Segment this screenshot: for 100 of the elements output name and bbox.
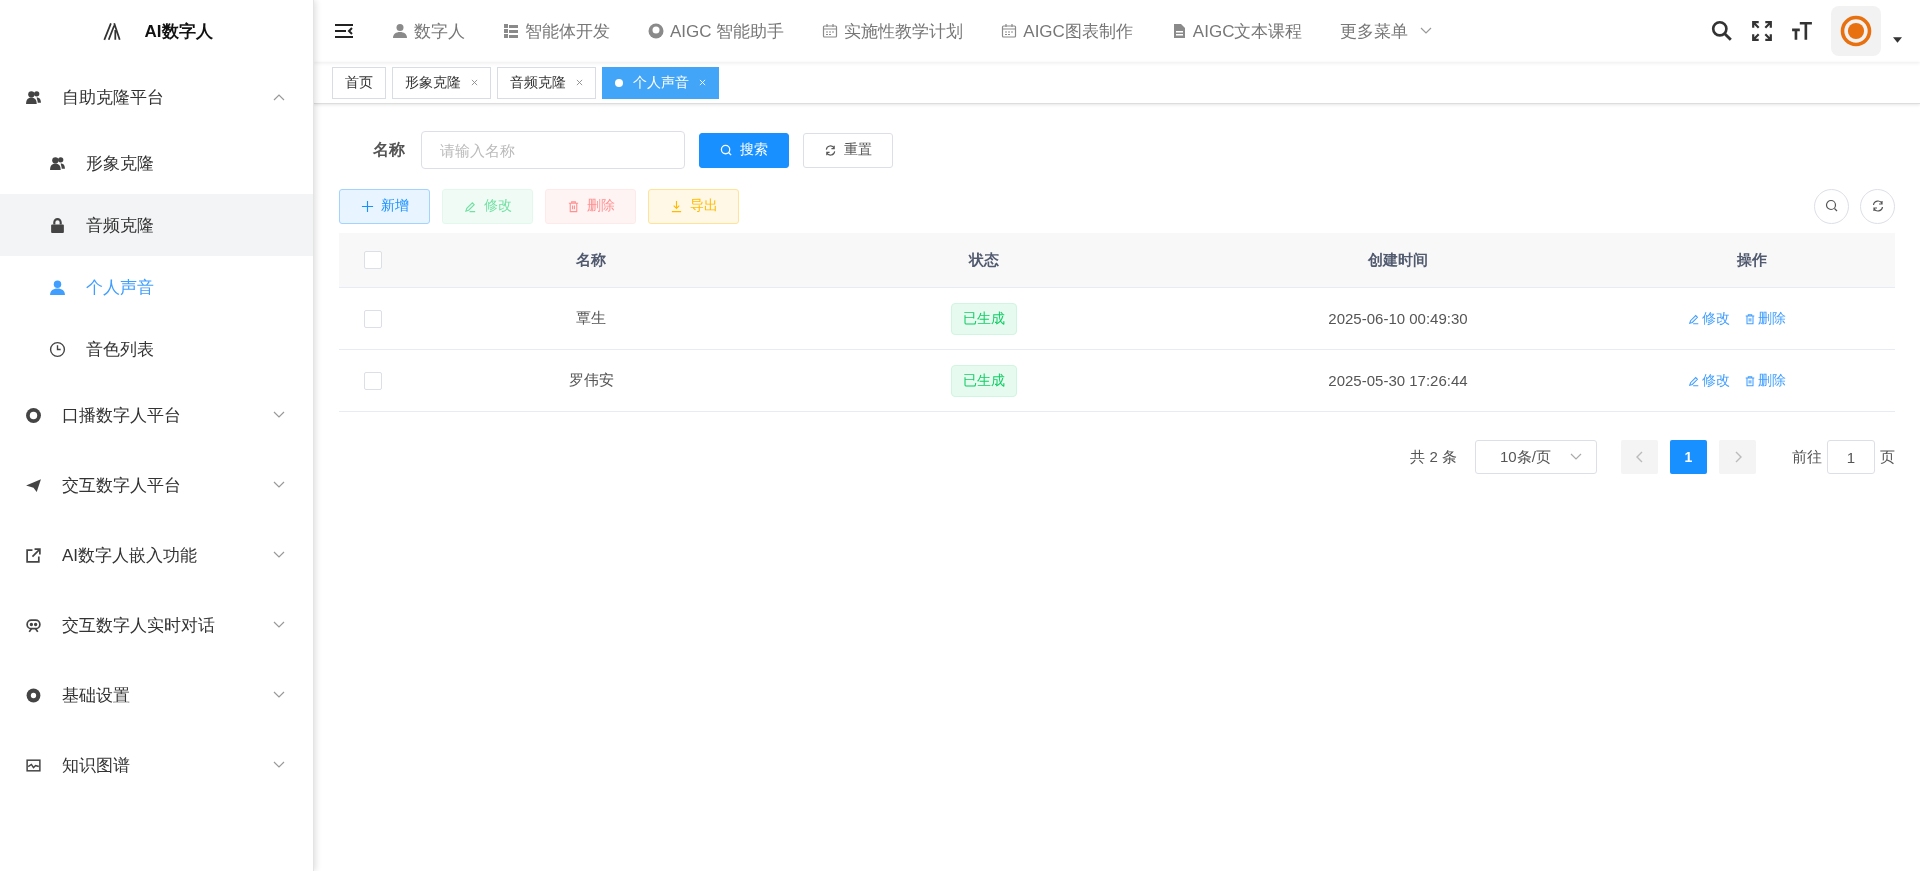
column-header: 状态 xyxy=(967,250,1000,270)
page-tab[interactable]: 音频克隆 xyxy=(497,66,596,99)
pencil-icon xyxy=(1688,312,1700,325)
total-count: 共 2 条 xyxy=(1410,447,1457,467)
nav-link[interactable]: 数字人 xyxy=(392,19,465,43)
table-cell: 2025-05-30 17:26:44 xyxy=(1328,372,1468,389)
caret-down-icon[interactable] xyxy=(1893,37,1902,43)
sidebar-item[interactable]: 音色列表 xyxy=(0,318,313,380)
refresh-icon xyxy=(1870,199,1885,213)
search-button[interactable]: 搜索 xyxy=(699,132,789,168)
font-size-icon[interactable] xyxy=(1791,20,1813,42)
page-tab[interactable]: 个人声音 xyxy=(602,66,719,99)
delete-link[interactable]: 删除 xyxy=(1744,309,1786,328)
name-input-field[interactable]: 请输入名称 xyxy=(421,131,685,169)
delete-link[interactable]: 删除 xyxy=(1744,371,1786,390)
menu-icon xyxy=(25,476,42,494)
menu-icon xyxy=(25,406,42,424)
nav-icon xyxy=(822,23,839,39)
table-cell: 2025-06-10 00:49:30 xyxy=(1328,310,1468,327)
row-checkbox[interactable] xyxy=(364,371,382,390)
sidebar-group[interactable]: 自助克隆平台 xyxy=(0,62,313,132)
search-toggle-button[interactable] xyxy=(1814,188,1849,224)
page-size-select[interactable]: 10条/页 xyxy=(1475,440,1597,474)
edit-link[interactable]: 修改 xyxy=(1688,371,1730,390)
nav-icon xyxy=(648,23,664,39)
search-icon xyxy=(720,143,733,157)
chevron-icon xyxy=(273,551,285,559)
sidebar-group-label: 交互数字人平台 xyxy=(62,474,182,497)
nav-link[interactable]: AIGC文本课程 xyxy=(1170,19,1303,43)
column-header: 创建时间 xyxy=(1367,250,1429,270)
page-tab[interactable]: 形象克隆 xyxy=(392,66,491,99)
menu-toggle-icon[interactable] xyxy=(334,23,354,39)
sidebar-group[interactable]: AI数字人嵌入功能 xyxy=(0,520,313,590)
page-tab[interactable]: 首页 xyxy=(332,66,386,99)
goto-page-field[interactable]: 1 xyxy=(1827,440,1875,474)
sidebar-group-label: 自助克隆平台 xyxy=(62,86,165,109)
nav-icon xyxy=(392,23,408,39)
column-header: 名称 xyxy=(575,250,607,270)
sidebar-item[interactable]: 形象克隆 xyxy=(0,132,313,194)
chevron-down-icon xyxy=(1570,453,1582,461)
refresh-button[interactable] xyxy=(1860,188,1895,224)
sidebar-group[interactable]: 知识图谱 xyxy=(0,730,313,800)
table-cell: 罗伟安 xyxy=(568,371,614,388)
plus-icon xyxy=(360,199,374,213)
edit-link[interactable]: 修改 xyxy=(1688,309,1730,328)
menu-icon xyxy=(25,686,42,704)
menu-icon xyxy=(25,616,42,634)
search-icon xyxy=(1824,199,1839,213)
table-cell: 覃生 xyxy=(576,309,606,326)
sidebar-group-label: AI数字人嵌入功能 xyxy=(62,544,199,567)
logo-icon xyxy=(1838,13,1874,49)
menu-icon xyxy=(49,154,66,172)
download-icon xyxy=(669,199,683,213)
select-all-checkbox[interactable] xyxy=(364,251,382,269)
sidebar-item[interactable]: 音频克隆 xyxy=(0,194,313,256)
app-title: AI数字人 xyxy=(144,20,213,43)
nav-link[interactable]: 实施性教学计划 xyxy=(822,19,964,43)
chevron-icon xyxy=(273,411,285,419)
sidebar-group[interactable]: 交互数字人实时对话 xyxy=(0,590,313,660)
sidebar-group[interactable]: 交互数字人平台 xyxy=(0,450,313,520)
close-icon[interactable] xyxy=(471,79,478,86)
nav-link[interactable]: AIGC图表制作 xyxy=(1001,19,1133,43)
chevron-icon xyxy=(273,93,285,101)
pencil-icon xyxy=(1688,374,1700,387)
close-icon[interactable] xyxy=(576,79,583,86)
chevron-down-icon xyxy=(1420,27,1433,35)
nav-icon xyxy=(1001,23,1018,39)
chevron-icon xyxy=(273,761,285,769)
chevron-icon xyxy=(273,621,285,629)
fullscreen-icon[interactable] xyxy=(1751,20,1773,42)
avatar[interactable] xyxy=(1831,6,1881,56)
menu-icon xyxy=(25,88,42,106)
reset-button[interactable]: 重置 xyxy=(803,132,893,168)
nav-link[interactable]: 更多菜单 xyxy=(1340,19,1433,43)
field-label: 名称 xyxy=(373,139,405,160)
page-suffix: 页 xyxy=(1880,447,1895,467)
pencil-icon xyxy=(463,199,477,213)
menu-icon xyxy=(49,216,66,234)
page-number[interactable]: 1 xyxy=(1670,440,1707,474)
column-header: 操作 xyxy=(1736,250,1768,270)
sidebar-item[interactable]: 个人声音 xyxy=(0,256,313,318)
dot-icon xyxy=(615,78,623,87)
status-tag: 已生成 xyxy=(951,302,1017,335)
goto-label: 前往 xyxy=(1792,447,1822,467)
menu-icon xyxy=(49,340,66,358)
row-checkbox[interactable] xyxy=(364,309,382,328)
sidebar-group[interactable]: 口播数字人平台 xyxy=(0,380,313,450)
toolbar-button[interactable]: 新增 xyxy=(339,188,430,224)
menu-icon xyxy=(25,546,42,564)
refresh-icon xyxy=(824,143,837,157)
chevron-icon xyxy=(273,481,285,489)
search-icon[interactable] xyxy=(1711,20,1733,42)
trash-icon xyxy=(1744,312,1756,325)
sidebar-group-label: 基础设置 xyxy=(62,684,131,707)
sidebar-group-label: 口播数字人平台 xyxy=(62,404,182,427)
menu-icon xyxy=(25,756,42,774)
nav-link[interactable]: AIGC 智能助手 xyxy=(648,19,785,43)
nav-link[interactable]: 智能体开发 xyxy=(503,19,610,43)
sidebar-group[interactable]: 基础设置 xyxy=(0,660,313,730)
chevron-icon xyxy=(273,691,285,699)
